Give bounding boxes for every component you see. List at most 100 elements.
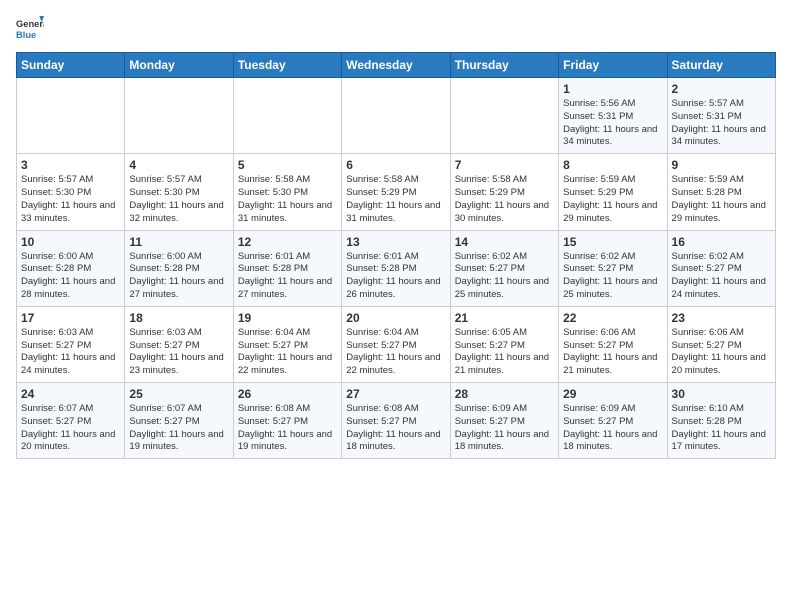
- weekday-header-row: SundayMondayTuesdayWednesdayThursdayFrid…: [17, 53, 776, 78]
- day-info: Sunrise: 6:00 AM Sunset: 5:28 PM Dayligh…: [21, 251, 120, 302]
- weekday-header-thursday: Thursday: [450, 53, 558, 78]
- day-info: Sunrise: 5:58 AM Sunset: 5:29 PM Dayligh…: [455, 174, 554, 225]
- calendar-table: SundayMondayTuesdayWednesdayThursdayFrid…: [16, 52, 776, 459]
- calendar-cell: 2 Sunrise: 5:57 AM Sunset: 5:31 PM Daylig…: [667, 78, 775, 154]
- weekday-header-wednesday: Wednesday: [342, 53, 450, 78]
- page-header: GeneralBlue: [16, 16, 776, 44]
- calendar-cell: 7 Sunrise: 5:58 AM Sunset: 5:29 PM Daylig…: [450, 154, 558, 230]
- calendar-cell: [125, 78, 233, 154]
- day-info: Sunrise: 6:02 AM Sunset: 5:27 PM Dayligh…: [563, 251, 662, 302]
- day-number: 21: [455, 311, 554, 325]
- day-number: 25: [129, 387, 228, 401]
- calendar-cell: 20 Sunrise: 6:04 AM Sunset: 5:27 PM Dayli…: [342, 306, 450, 382]
- calendar-cell: 29 Sunrise: 6:09 AM Sunset: 5:27 PM Dayli…: [559, 383, 667, 459]
- weekday-header-sunday: Sunday: [17, 53, 125, 78]
- calendar-cell: [233, 78, 341, 154]
- logo: GeneralBlue: [16, 16, 44, 44]
- day-number: 23: [672, 311, 771, 325]
- day-info: Sunrise: 6:05 AM Sunset: 5:27 PM Dayligh…: [455, 327, 554, 378]
- day-info: Sunrise: 6:03 AM Sunset: 5:27 PM Dayligh…: [129, 327, 228, 378]
- weekday-header-tuesday: Tuesday: [233, 53, 341, 78]
- day-info: Sunrise: 5:58 AM Sunset: 5:30 PM Dayligh…: [238, 174, 337, 225]
- week-row-3: 10 Sunrise: 6:00 AM Sunset: 5:28 PM Dayli…: [17, 230, 776, 306]
- day-number: 28: [455, 387, 554, 401]
- calendar-cell: 24 Sunrise: 6:07 AM Sunset: 5:27 PM Dayli…: [17, 383, 125, 459]
- calendar-cell: 27 Sunrise: 6:08 AM Sunset: 5:27 PM Dayli…: [342, 383, 450, 459]
- day-info: Sunrise: 6:01 AM Sunset: 5:28 PM Dayligh…: [238, 251, 337, 302]
- calendar-cell: 11 Sunrise: 6:00 AM Sunset: 5:28 PM Dayli…: [125, 230, 233, 306]
- day-info: Sunrise: 6:03 AM Sunset: 5:27 PM Dayligh…: [21, 327, 120, 378]
- day-number: 29: [563, 387, 662, 401]
- day-info: Sunrise: 6:10 AM Sunset: 5:28 PM Dayligh…: [672, 403, 771, 454]
- calendar-cell: 25 Sunrise: 6:07 AM Sunset: 5:27 PM Dayli…: [125, 383, 233, 459]
- calendar-cell: 8 Sunrise: 5:59 AM Sunset: 5:29 PM Daylig…: [559, 154, 667, 230]
- day-info: Sunrise: 6:04 AM Sunset: 5:27 PM Dayligh…: [346, 327, 445, 378]
- calendar-cell: 17 Sunrise: 6:03 AM Sunset: 5:27 PM Dayli…: [17, 306, 125, 382]
- day-info: Sunrise: 5:59 AM Sunset: 5:28 PM Dayligh…: [672, 174, 771, 225]
- day-info: Sunrise: 6:07 AM Sunset: 5:27 PM Dayligh…: [21, 403, 120, 454]
- day-info: Sunrise: 6:02 AM Sunset: 5:27 PM Dayligh…: [672, 251, 771, 302]
- day-number: 9: [672, 158, 771, 172]
- day-info: Sunrise: 5:59 AM Sunset: 5:29 PM Dayligh…: [563, 174, 662, 225]
- day-number: 7: [455, 158, 554, 172]
- calendar-cell: 19 Sunrise: 6:04 AM Sunset: 5:27 PM Dayli…: [233, 306, 341, 382]
- day-number: 13: [346, 235, 445, 249]
- day-number: 14: [455, 235, 554, 249]
- day-number: 1: [563, 82, 662, 96]
- weekday-header-friday: Friday: [559, 53, 667, 78]
- day-number: 2: [672, 82, 771, 96]
- calendar-cell: 15 Sunrise: 6:02 AM Sunset: 5:27 PM Dayli…: [559, 230, 667, 306]
- weekday-header-monday: Monday: [125, 53, 233, 78]
- day-info: Sunrise: 6:02 AM Sunset: 5:27 PM Dayligh…: [455, 251, 554, 302]
- calendar-cell: 26Sunrise: 6:08 AM Sunset: 5:27 PM Dayli…: [233, 383, 341, 459]
- calendar-cell: 13 Sunrise: 6:01 AM Sunset: 5:28 PM Dayli…: [342, 230, 450, 306]
- calendar-cell: 1Sunrise: 5:56 AM Sunset: 5:31 PM Daylig…: [559, 78, 667, 154]
- day-info: Sunrise: 6:07 AM Sunset: 5:27 PM Dayligh…: [129, 403, 228, 454]
- day-number: 26: [238, 387, 337, 401]
- calendar-cell: 3Sunrise: 5:57 AM Sunset: 5:30 PM Daylig…: [17, 154, 125, 230]
- calendar-cell: 22 Sunrise: 6:06 AM Sunset: 5:27 PM Dayli…: [559, 306, 667, 382]
- day-number: 16: [672, 235, 771, 249]
- day-info: Sunrise: 6:06 AM Sunset: 5:27 PM Dayligh…: [563, 327, 662, 378]
- day-number: 18: [129, 311, 228, 325]
- day-info: Sunrise: 6:00 AM Sunset: 5:28 PM Dayligh…: [129, 251, 228, 302]
- weekday-header-saturday: Saturday: [667, 53, 775, 78]
- day-number: 20: [346, 311, 445, 325]
- day-number: 15: [563, 235, 662, 249]
- day-number: 10: [21, 235, 120, 249]
- day-info: Sunrise: 6:08 AM Sunset: 5:27 PM Dayligh…: [346, 403, 445, 454]
- week-row-1: 1Sunrise: 5:56 AM Sunset: 5:31 PM Daylig…: [17, 78, 776, 154]
- day-info: Sunrise: 6:06 AM Sunset: 5:27 PM Dayligh…: [672, 327, 771, 378]
- calendar-cell: 14 Sunrise: 6:02 AM Sunset: 5:27 PM Dayli…: [450, 230, 558, 306]
- day-number: 11: [129, 235, 228, 249]
- day-number: 24: [21, 387, 120, 401]
- day-info: Sunrise: 5:57 AM Sunset: 5:31 PM Dayligh…: [672, 98, 771, 149]
- svg-text:Blue: Blue: [16, 30, 36, 40]
- day-number: 30: [672, 387, 771, 401]
- calendar-cell: 30 Sunrise: 6:10 AM Sunset: 5:28 PM Dayli…: [667, 383, 775, 459]
- day-info: Sunrise: 6:09 AM Sunset: 5:27 PM Dayligh…: [455, 403, 554, 454]
- calendar-cell: 28 Sunrise: 6:09 AM Sunset: 5:27 PM Dayli…: [450, 383, 558, 459]
- day-info: Sunrise: 6:01 AM Sunset: 5:28 PM Dayligh…: [346, 251, 445, 302]
- calendar-cell: 23 Sunrise: 6:06 AM Sunset: 5:27 PM Dayli…: [667, 306, 775, 382]
- day-number: 12: [238, 235, 337, 249]
- day-number: 19: [238, 311, 337, 325]
- day-number: 27: [346, 387, 445, 401]
- calendar-cell: 10 Sunrise: 6:00 AM Sunset: 5:28 PM Dayli…: [17, 230, 125, 306]
- day-number: 3: [21, 158, 120, 172]
- day-number: 22: [563, 311, 662, 325]
- calendar-cell: [17, 78, 125, 154]
- calendar-cell: 12 Sunrise: 6:01 AM Sunset: 5:28 PM Dayli…: [233, 230, 341, 306]
- day-number: 17: [21, 311, 120, 325]
- week-row-2: 3Sunrise: 5:57 AM Sunset: 5:30 PM Daylig…: [17, 154, 776, 230]
- day-number: 5: [238, 158, 337, 172]
- svg-text:General: General: [16, 19, 44, 29]
- calendar-cell: [450, 78, 558, 154]
- calendar-cell: 21 Sunrise: 6:05 AM Sunset: 5:27 PM Dayli…: [450, 306, 558, 382]
- day-info: Sunrise: 6:09 AM Sunset: 5:27 PM Dayligh…: [563, 403, 662, 454]
- week-row-5: 24 Sunrise: 6:07 AM Sunset: 5:27 PM Dayli…: [17, 383, 776, 459]
- day-info: Sunrise: 6:04 AM Sunset: 5:27 PM Dayligh…: [238, 327, 337, 378]
- day-number: 8: [563, 158, 662, 172]
- calendar-cell: [342, 78, 450, 154]
- week-row-4: 17 Sunrise: 6:03 AM Sunset: 5:27 PM Dayli…: [17, 306, 776, 382]
